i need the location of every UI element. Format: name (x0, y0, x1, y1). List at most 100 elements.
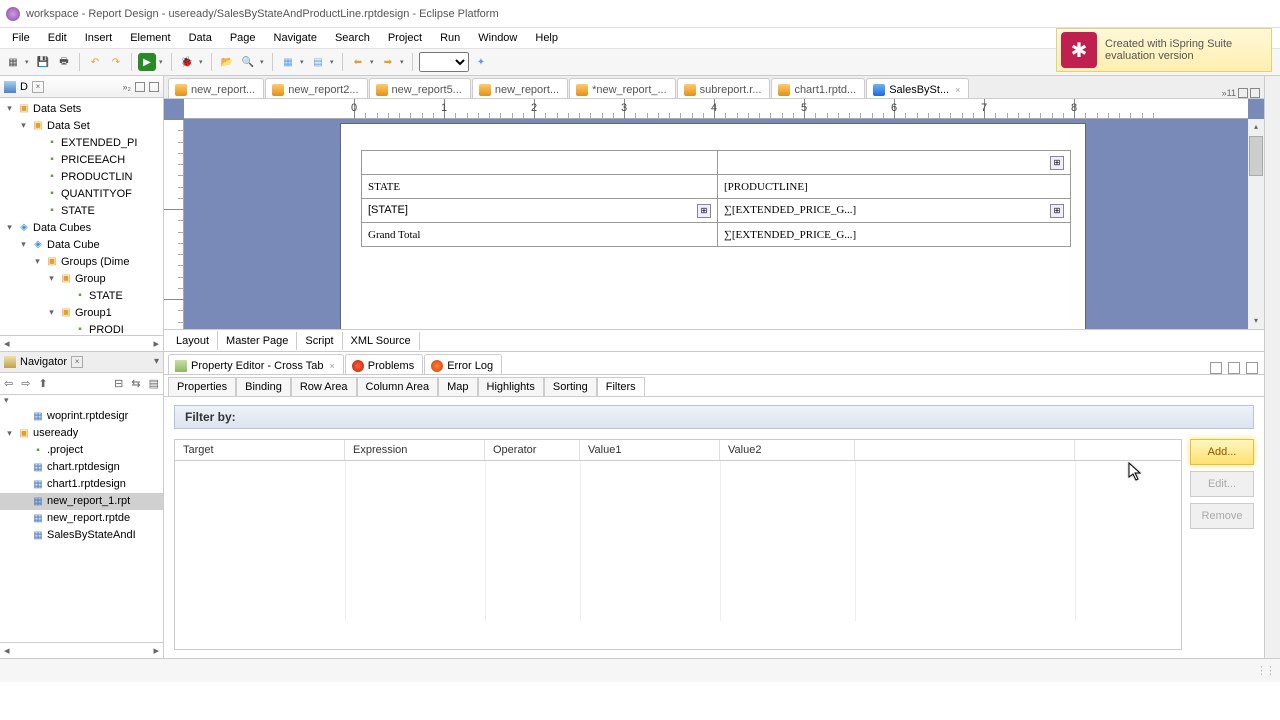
twisty-icon[interactable] (32, 188, 43, 199)
view-tab[interactable]: Property Editor - Cross Tab× (168, 354, 344, 374)
view-tab[interactable]: Error Log (424, 354, 502, 374)
tree-item[interactable]: ▦chart1.rptdesign (0, 476, 163, 493)
twisty-icon[interactable] (18, 411, 29, 422)
property-tab-map[interactable]: Map (438, 377, 477, 396)
tree-item[interactable]: ▾▣useready (0, 425, 163, 442)
nav-hscroll[interactable]: ◂▸ (0, 642, 163, 658)
back-icon[interactable]: ⇦ (4, 377, 13, 390)
back-button[interactable]: ⬅ (349, 53, 367, 71)
up-icon[interactable]: ⬆ (38, 377, 47, 390)
menu-run[interactable]: Run (432, 30, 468, 46)
canvas-scrollbar[interactable]: ▴▾ (1248, 119, 1264, 329)
new-button[interactable]: ▦ (4, 53, 22, 71)
crosstab-element[interactable]: ⊞ STATE [PRODUCTLINE] [STATE]⊞ ∑[EXTENDE… (361, 150, 1071, 247)
close-icon[interactable]: × (71, 356, 83, 368)
crosstab-grandtotal-value[interactable]: ∑[EXTENDED_PRICE_G...] (718, 223, 1071, 247)
data-explorer-tree[interactable]: ▾▣Data Sets▾▣Data Set▪EXTENDED_PI▪PRICEE… (0, 98, 163, 335)
crosstab-col-header[interactable]: ⊞ (718, 151, 1071, 175)
twisty-icon[interactable] (18, 513, 29, 524)
filter-table-body[interactable] (175, 461, 1181, 621)
menu-search[interactable]: Search (327, 30, 378, 46)
navigator-tab[interactable]: Navigator × ▾ (0, 351, 163, 373)
editor-tab[interactable]: SalesBySt...× (866, 78, 969, 98)
maximize-icon[interactable] (1246, 362, 1258, 374)
twisty-icon[interactable]: ▾ (46, 307, 57, 318)
data-explorer-tab[interactable]: D × »₂ (0, 76, 163, 98)
editor-tab[interactable]: *new_report_... (569, 78, 676, 98)
tree-item[interactable]: ▾▣Groups (Dime (0, 253, 163, 270)
design-tab-script[interactable]: Script (297, 332, 342, 350)
filter-column-header[interactable]: Expression (345, 440, 485, 460)
property-tab-column-area[interactable]: Column Area (357, 377, 439, 396)
run-button[interactable]: ▶ (138, 53, 156, 71)
tab-overflow[interactable]: »11 (1222, 88, 1236, 98)
tree-item[interactable]: ▦new_report.rptde (0, 510, 163, 527)
twisty-icon[interactable] (18, 496, 29, 507)
twisty-icon[interactable] (32, 154, 43, 165)
forward-icon[interactable]: ⇨ (21, 377, 30, 390)
search-icon[interactable]: 🔍 (239, 53, 257, 71)
minimize-icon[interactable] (1238, 88, 1248, 98)
filter-column-header[interactable]: Target (175, 440, 345, 460)
crosstab-measure-cell[interactable]: ∑[EXTENDED_PRICE_G...]⊞ (718, 199, 1071, 223)
view-tab[interactable]: Problems (345, 354, 423, 374)
twisty-icon[interactable]: ▾ (32, 256, 43, 267)
maximize-icon[interactable] (1250, 88, 1260, 98)
menu-navigate[interactable]: Navigate (266, 30, 325, 46)
filter-column-header[interactable]: Value2 (720, 440, 855, 460)
filter-column-header[interactable]: Operator (485, 440, 580, 460)
twisty-icon[interactable] (18, 479, 29, 490)
forward-button[interactable]: ➡ (379, 53, 397, 71)
filter-table[interactable]: TargetExpressionOperatorValue1Value2 (174, 439, 1182, 650)
view-menu-icon[interactable]: ▾ (154, 356, 159, 367)
twisty-icon[interactable] (60, 324, 71, 335)
debug-icon[interactable]: 🐞 (178, 53, 196, 71)
minimize-icon[interactable] (1228, 362, 1240, 374)
editor-tab[interactable]: new_report... (472, 78, 568, 98)
undo-icon[interactable]: ↶ (86, 53, 104, 71)
twisty-icon[interactable] (18, 530, 29, 541)
editor-tab[interactable]: new_report... (168, 78, 264, 98)
menu-insert[interactable]: Insert (77, 30, 121, 46)
close-icon[interactable]: × (955, 85, 960, 95)
property-tab-row-area[interactable]: Row Area (291, 377, 357, 396)
menu-file[interactable]: File (4, 30, 38, 46)
menu-page[interactable]: Page (222, 30, 264, 46)
twisty-icon[interactable] (18, 462, 29, 473)
twisty-icon[interactable]: ▾ (4, 428, 15, 439)
expand-icon[interactable]: ⊞ (1050, 156, 1064, 170)
menu-help[interactable]: Help (527, 30, 566, 46)
tree-item[interactable]: ▪QUANTITYOF (0, 185, 163, 202)
overflow-icon[interactable]: »₂ (123, 82, 132, 92)
tree-item[interactable]: ▾◈Data Cubes (0, 219, 163, 236)
tree-item[interactable]: ▪EXTENDED_PI (0, 134, 163, 151)
menu-window[interactable]: Window (470, 30, 525, 46)
property-tab-sorting[interactable]: Sorting (544, 377, 597, 396)
minimize-icon[interactable] (135, 82, 145, 92)
menu-project[interactable]: Project (380, 30, 430, 46)
twisty-icon[interactable]: ▾ (4, 222, 15, 233)
tree-item[interactable]: ▾▣Data Set (0, 117, 163, 134)
twisty-icon[interactable]: ▾ (18, 239, 29, 250)
tree-item[interactable]: ▪STATE (0, 202, 163, 219)
tree-hscroll[interactable]: ◂▸ (0, 335, 163, 351)
twisty-icon[interactable] (18, 445, 29, 456)
twisty-icon[interactable] (32, 205, 43, 216)
twisty-icon[interactable] (32, 137, 43, 148)
twisty-icon[interactable]: ▾ (46, 273, 57, 284)
design-tab-xml-source[interactable]: XML Source (343, 332, 420, 350)
property-tab-highlights[interactable]: Highlights (478, 377, 544, 396)
redo-icon[interactable]: ↷ (107, 53, 125, 71)
tree-item[interactable]: ▪PRICEEACH (0, 151, 163, 168)
crosstab-row-dim-label[interactable]: STATE (362, 175, 718, 199)
view-action-icon[interactable] (1210, 362, 1222, 374)
property-tab-filters[interactable]: Filters (597, 377, 645, 396)
toggle-icon[interactable]: ▦ (279, 53, 297, 71)
expand-icon[interactable]: ⊞ (1050, 204, 1064, 218)
editor-tab[interactable]: subreport.r... (677, 78, 771, 98)
tree-item[interactable]: ▾◈Data Cube (0, 236, 163, 253)
close-icon[interactable]: × (32, 81, 44, 93)
add-filter-button[interactable]: Add... (1190, 439, 1254, 465)
collapse-icon[interactable]: ⊟ (114, 377, 123, 390)
property-tab-properties[interactable]: Properties (168, 377, 236, 396)
